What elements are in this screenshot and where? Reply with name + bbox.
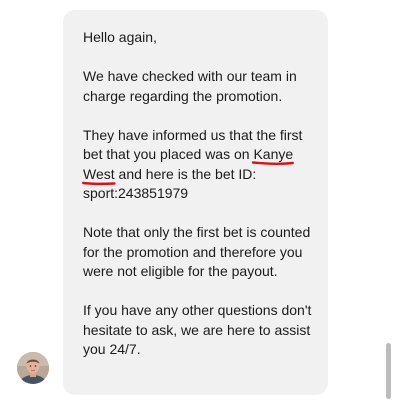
highlighted-name-first-text: Kanye: [253, 146, 294, 162]
agent-avatar[interactable]: [17, 352, 49, 384]
highlighted-name-second-text: West: [83, 165, 115, 182]
message-greeting: Hello again,: [83, 29, 157, 45]
chat-scrollbar-thumb[interactable]: [386, 343, 391, 399]
highlighted-name-first: Kanye: [252, 146, 295, 165]
message-closing-paragraph: If you have any other questions don't he…: [83, 302, 312, 357]
bet-info-text-after: and here is the bet ID:: [114, 165, 257, 182]
agent-avatar-photo-icon: [17, 352, 49, 384]
message-checked-paragraph: We have checked with our team in charge …: [83, 68, 297, 104]
message-bet-info-paragraph: They have informed us that the first bet…: [82, 126, 318, 204]
highlighted-name-second: West: [82, 165, 116, 185]
bet-id-value: sport:243851979: [83, 185, 189, 201]
message-note-paragraph: Note that only the first bet is counted …: [83, 224, 311, 279]
agent-message-bubble: Hello again, We have checked with our te…: [63, 10, 328, 395]
chat-conversation: Hello again, We have checked with our te…: [0, 0, 393, 405]
